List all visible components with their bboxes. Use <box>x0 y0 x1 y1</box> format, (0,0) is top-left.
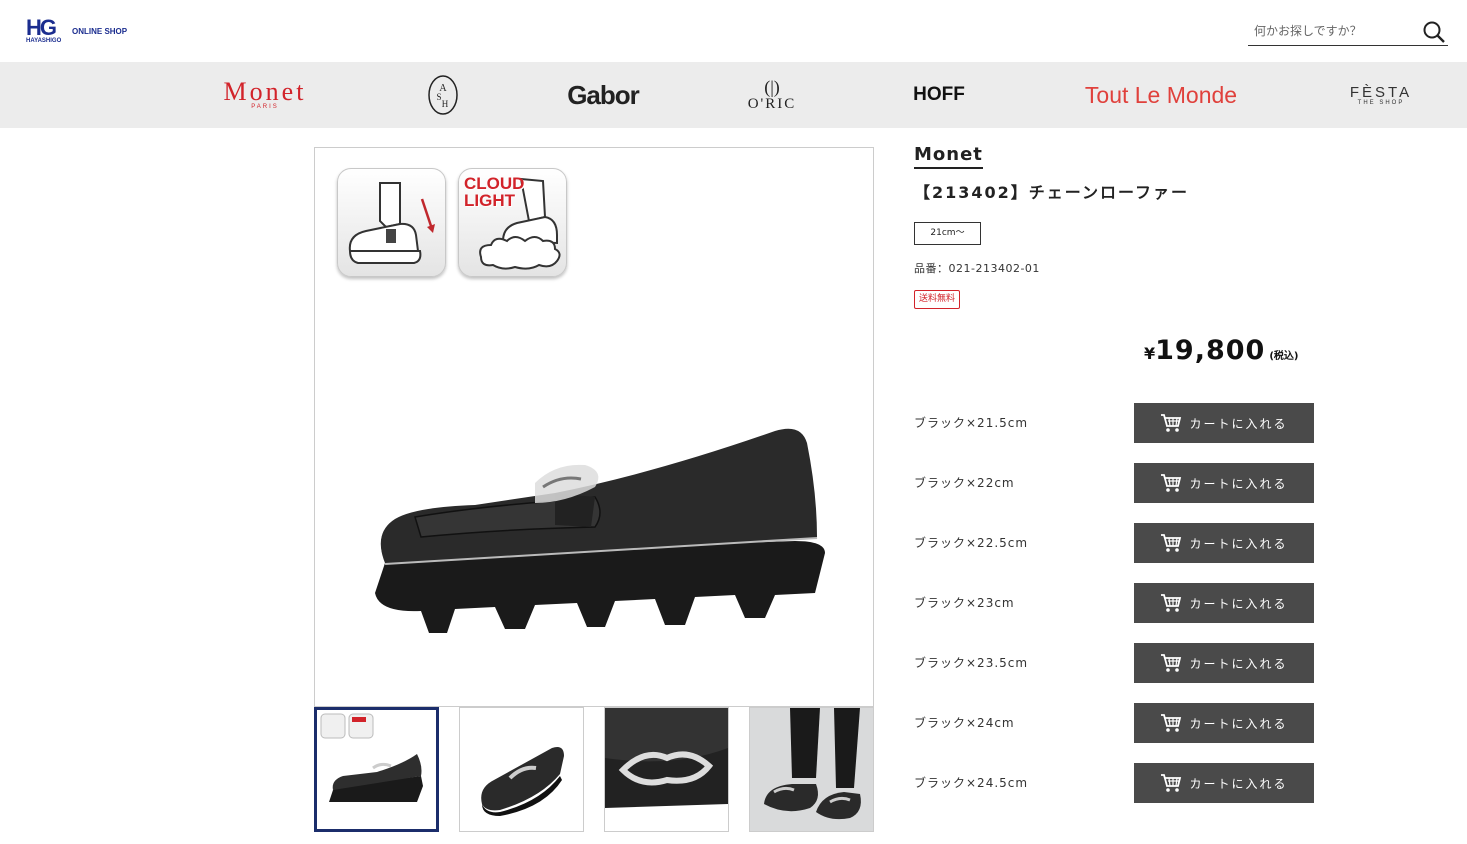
cart-icon <box>1161 594 1182 612</box>
cloud-light-feature-badge: CLOUD LIGHT <box>458 168 567 277</box>
variant-row: ブラック×23cm カートに入れる <box>914 583 1314 623</box>
add-to-cart-button[interactable]: カートに入れる <box>1134 403 1314 443</box>
add-to-cart-button[interactable]: カートに入れる <box>1134 523 1314 563</box>
brand-link-festa[interactable]: FÈSTA THE SHOP <box>1342 62 1420 128</box>
logo-shop-text: ONLINE SHOP <box>72 27 128 36</box>
price-currency: ¥ <box>1144 344 1156 363</box>
slip-on-icon <box>348 182 435 264</box>
variant-row: ブラック×22cm カートに入れる <box>914 463 1314 503</box>
product-title: 【213402】チェーンローファー <box>914 183 1190 202</box>
add-to-cart-button[interactable]: カートに入れる <box>1134 463 1314 503</box>
cloud-light-label: CLOUD LIGHT <box>464 175 524 209</box>
brand-link-hoff[interactable]: HOFF <box>898 62 980 128</box>
add-to-cart-button[interactable]: カートに入れる <box>1134 643 1314 683</box>
brand-link-oric[interactable]: (|) O'RIC <box>740 62 804 128</box>
brand-link-ash[interactable]: A S H <box>422 62 464 128</box>
product-code: 品番：021-213402-01 <box>914 262 1040 275</box>
add-to-cart-label: カートに入れる <box>1189 416 1288 431</box>
add-to-cart-button[interactable]: カートに入れる <box>1134 763 1314 803</box>
add-to-cart-label: カートに入れる <box>1189 596 1288 611</box>
thumbnail-2-image <box>481 747 564 816</box>
add-to-cart-label: カートに入れる <box>1189 776 1288 791</box>
cart-icon <box>1161 714 1182 732</box>
brand-oric-label: O'RIC <box>747 96 797 112</box>
thumbnail-1[interactable] <box>314 707 439 832</box>
cart-icon <box>1161 774 1182 792</box>
product-brand-link[interactable]: Monet <box>914 145 983 169</box>
variant-label: ブラック×24cm <box>914 716 1015 730</box>
variant-row: ブラック×23.5cm カートに入れる <box>914 643 1314 683</box>
logo-mark: HG HAYASHIGO <box>26 15 68 46</box>
logo-mark-text: HG <box>26 15 57 40</box>
product-thumbnails <box>314 707 874 832</box>
slip-on-feature-badge <box>337 168 446 277</box>
variant-label: ブラック×23cm <box>914 596 1015 610</box>
size-range-tag: 21cm～ <box>914 222 981 245</box>
ash-logo-icon: A S H <box>428 75 458 115</box>
add-to-cart-label: カートに入れる <box>1189 656 1288 671</box>
svg-text:H: H <box>442 99 449 109</box>
cart-icon <box>1161 414 1182 432</box>
free-shipping-badge: 送料無料 <box>914 290 961 309</box>
cart-icon <box>1161 534 1182 552</box>
search-icon[interactable] <box>1422 20 1446 44</box>
cart-icon <box>1161 654 1182 672</box>
product-info: Monet 【213402】チェーンローファー 21cm～ 品番：021-213… <box>914 145 1314 366</box>
search-input[interactable] <box>1248 18 1413 44</box>
thumbnail-1-image <box>320 713 423 802</box>
cart-icon <box>1161 474 1182 492</box>
variant-label: ブラック×22cm <box>914 476 1015 490</box>
variant-row: ブラック×22.5cm カートに入れる <box>914 523 1314 563</box>
site-logo[interactable]: HG HAYASHIGO ONLINE SHOP <box>26 15 128 46</box>
brand-festa-sub: THE SHOP <box>1357 99 1405 106</box>
search-box <box>1248 18 1448 46</box>
brand-monet-sub: PARIS <box>251 104 279 110</box>
add-to-cart-button[interactable]: カートに入れる <box>1134 703 1314 743</box>
thumbnail-4[interactable] <box>749 707 874 832</box>
variant-label: ブラック×21.5cm <box>914 416 1029 430</box>
brand-festa-label: FÈSTA <box>1349 83 1413 101</box>
thumbnail-2[interactable] <box>459 707 584 832</box>
add-to-cart-label: カートに入れる <box>1189 536 1288 551</box>
variant-row: ブラック×24cm カートに入れる <box>914 703 1314 743</box>
brand-oric-mark: (|) <box>764 77 780 97</box>
brand-link-tout-le-monde[interactable]: Tout Le Monde <box>1078 62 1244 128</box>
variant-row: ブラック×24.5cm カートに入れる <box>914 763 1314 803</box>
brand-monet-label: Monet <box>223 77 307 106</box>
brand-link-monet[interactable]: Monet PARIS <box>205 62 325 128</box>
add-to-cart-label: カートに入れる <box>1189 716 1288 731</box>
chain-loafer-image <box>375 428 825 633</box>
logo-sub-text: HAYASHIGO <box>26 38 62 44</box>
cloud-light-line2: LIGHT <box>464 191 515 210</box>
variant-label: ブラック×22.5cm <box>914 536 1029 550</box>
product-main-image: CLOUD LIGHT <box>314 147 874 707</box>
price-amount: 19,800 <box>1155 335 1266 366</box>
variant-label: ブラック×24.5cm <box>914 776 1029 790</box>
add-to-cart-label: カートに入れる <box>1189 476 1288 491</box>
thumbnail-3-image <box>605 708 728 831</box>
variant-label: ブラック×23.5cm <box>914 656 1029 670</box>
price-tax-note: (税込) <box>1269 351 1299 362</box>
site-header: HG HAYASHIGO ONLINE SHOP <box>0 0 1467 62</box>
cloud-light-line1: CLOUD <box>464 174 525 193</box>
thumbnail-4-image <box>750 708 873 831</box>
brand-link-gabor[interactable]: Gabor <box>560 62 646 128</box>
svg-text:S: S <box>436 92 441 102</box>
thumbnail-3[interactable] <box>604 707 729 832</box>
brand-nav: Monet PARIS A S H Gabor (|) O'RIC HOFF T… <box>0 62 1467 128</box>
variant-row: ブラック×21.5cm カートに入れる <box>914 403 1314 443</box>
add-to-cart-button[interactable]: カートに入れる <box>1134 583 1314 623</box>
product-price: ¥19,800 (税込) <box>1144 335 1298 366</box>
